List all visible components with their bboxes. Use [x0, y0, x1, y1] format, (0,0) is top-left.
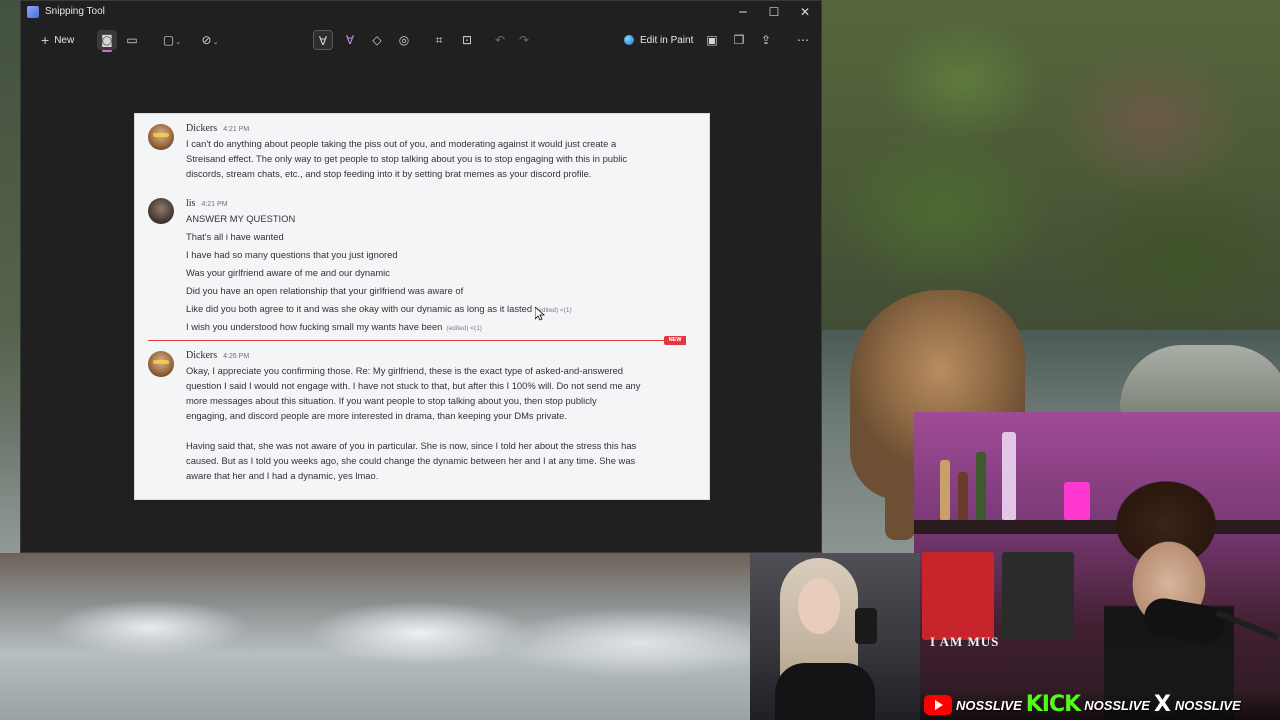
- vinyl-record: [1002, 552, 1074, 640]
- message-header: Dickers 4:26 PM: [186, 350, 249, 361]
- sunglasses: [153, 360, 169, 364]
- kick-handle: NOSSLIVE: [1084, 697, 1150, 713]
- message-header: Dickers 4:21 PM: [186, 123, 249, 134]
- guest-face: [798, 578, 840, 634]
- vinyl-record: [922, 552, 994, 640]
- video-mode-icon[interactable]: ▭: [122, 30, 142, 50]
- save-icon[interactable]: ▣: [702, 30, 722, 50]
- message-text: I wish you understood how fucking small …: [186, 321, 443, 332]
- copy-icon[interactable]: ❐: [729, 30, 749, 50]
- toolbar: + New ◙ ▭ ▢⌄ ⊘⌄ ∀ ∀ ◇ ◎ ⌗ ⊡ ↶ ↷ Edit in …: [21, 23, 821, 57]
- window-title: Snipping Tool: [45, 6, 105, 17]
- title-bar[interactable]: Snipping Tool ─ ☐ ✕: [21, 1, 821, 23]
- message-line: caused. But as I told you weeks ago, she…: [186, 455, 636, 466]
- wall-sign: I AM MUS: [930, 634, 1000, 649]
- message-line: Was your girlfriend aware of me and our …: [186, 267, 390, 278]
- active-indicator: [102, 50, 112, 52]
- edit-in-paint-button[interactable]: Edit in Paint: [624, 30, 693, 50]
- avatar: [148, 198, 174, 224]
- guest-webcam: [750, 553, 920, 720]
- message-line: Like did you both agree to it and was sh…: [186, 302, 572, 317]
- eraser-icon[interactable]: ◇: [367, 30, 387, 50]
- avatar: [148, 124, 174, 150]
- minimize-button[interactable]: ─: [729, 3, 757, 21]
- message-line: That's all i have wanted: [186, 231, 284, 242]
- new-button[interactable]: + New: [33, 29, 82, 51]
- message-line: I wish you understood how fucking small …: [186, 320, 482, 335]
- message-line: I can't do anything about people taking …: [186, 138, 617, 149]
- mouse-cursor-icon: [535, 307, 545, 321]
- phone: [855, 608, 877, 644]
- timestamp: 4:26 PM: [223, 353, 250, 360]
- captured-screenshot[interactable]: Dickers 4:21 PM I can't do anything about…: [134, 113, 710, 500]
- bottle: [940, 460, 950, 520]
- message-line: question I said I would not engage with.…: [186, 380, 641, 391]
- username: Dickers: [186, 350, 218, 361]
- screenshot-mode-icon[interactable]: ◙: [97, 30, 117, 52]
- message-line: ANSWER MY QUESTION: [186, 213, 296, 224]
- ballpoint-pen-icon[interactable]: ∀: [313, 30, 333, 50]
- close-button[interactable]: ✕: [791, 3, 819, 21]
- rectangle-mode-icon[interactable]: ▢⌄: [159, 30, 185, 50]
- edited-tag: (edited) <(1): [446, 325, 482, 332]
- undo-icon[interactable]: ↶: [490, 30, 510, 50]
- shapes-icon[interactable]: ◎: [394, 30, 414, 50]
- guest-body: [775, 663, 875, 720]
- highlighter-icon[interactable]: ∀: [340, 30, 360, 50]
- crop-icon[interactable]: ⌗: [429, 30, 449, 50]
- youtube-handle: NOSSLIVE: [956, 697, 1022, 713]
- snipping-tool-window[interactable]: Snipping Tool ─ ☐ ✕ + New ◙ ▭ ▢⌄ ⊘⌄ ∀ ∀ …: [20, 0, 822, 553]
- paint-icon: [624, 35, 634, 45]
- new-messages-divider: [148, 340, 686, 341]
- streamer: [1104, 464, 1234, 720]
- orchid-plant: [1002, 432, 1016, 520]
- message-line: Streisand effect. The only way to get pe…: [186, 153, 628, 164]
- delay-icon[interactable]: ⊘⌄: [197, 30, 223, 50]
- timestamp: 4:21 PM: [223, 126, 250, 133]
- snipping-tool-app-icon: [27, 6, 39, 18]
- youtube-icon: [924, 695, 952, 715]
- bottle: [958, 472, 968, 520]
- message-line: more messages about this situation. If y…: [186, 395, 597, 406]
- kick-logo: KICK: [1025, 692, 1081, 717]
- sunglasses: [153, 133, 169, 137]
- message-line: Okay, I appreciate you confirming those.…: [186, 365, 624, 376]
- x-logo-icon: X: [1153, 692, 1171, 717]
- message-line: aware that her and I had a dynamic, yes …: [186, 470, 379, 481]
- text-actions-icon[interactable]: ⊡: [457, 30, 477, 50]
- new-badge: NEW: [664, 336, 686, 345]
- neon-light: [1064, 482, 1090, 520]
- plus-icon: +: [41, 32, 50, 48]
- username: Dickers: [186, 123, 218, 134]
- bottle: [976, 452, 986, 520]
- share-icon[interactable]: ⇪: [756, 30, 776, 50]
- message-text: Like did you both agree to it and was sh…: [186, 303, 533, 314]
- bear-leg: [885, 470, 915, 540]
- message-line: engaging, and discord people are more in…: [186, 410, 567, 421]
- username: lis: [186, 198, 196, 209]
- message-line: Having said that, she was not aware of y…: [186, 440, 637, 451]
- rapids: [0, 553, 760, 720]
- redo-icon[interactable]: ↷: [514, 30, 534, 50]
- timestamp: 4:21 PM: [201, 201, 228, 208]
- x-handle: NOSSLIVE: [1174, 697, 1241, 713]
- edit-in-paint-label: Edit in Paint: [640, 34, 694, 46]
- message-line: I have had so many questions that you ju…: [186, 249, 398, 260]
- new-button-label: New: [54, 34, 75, 46]
- message-line: Did you have an open relationship that y…: [186, 285, 464, 296]
- avatar: [148, 351, 174, 377]
- maximize-button[interactable]: ☐: [760, 3, 788, 21]
- message-line: discords, stream chats, etc., and stop f…: [186, 168, 592, 179]
- streamer-webcam: I AM MUS: [914, 412, 1280, 720]
- more-icon[interactable]: ⋯: [793, 30, 813, 50]
- message-header: lis 4:21 PM: [186, 198, 228, 209]
- social-handles-bar: NOSSLIVE KICK NOSSLIVE X NOSSLIVE: [920, 690, 1280, 720]
